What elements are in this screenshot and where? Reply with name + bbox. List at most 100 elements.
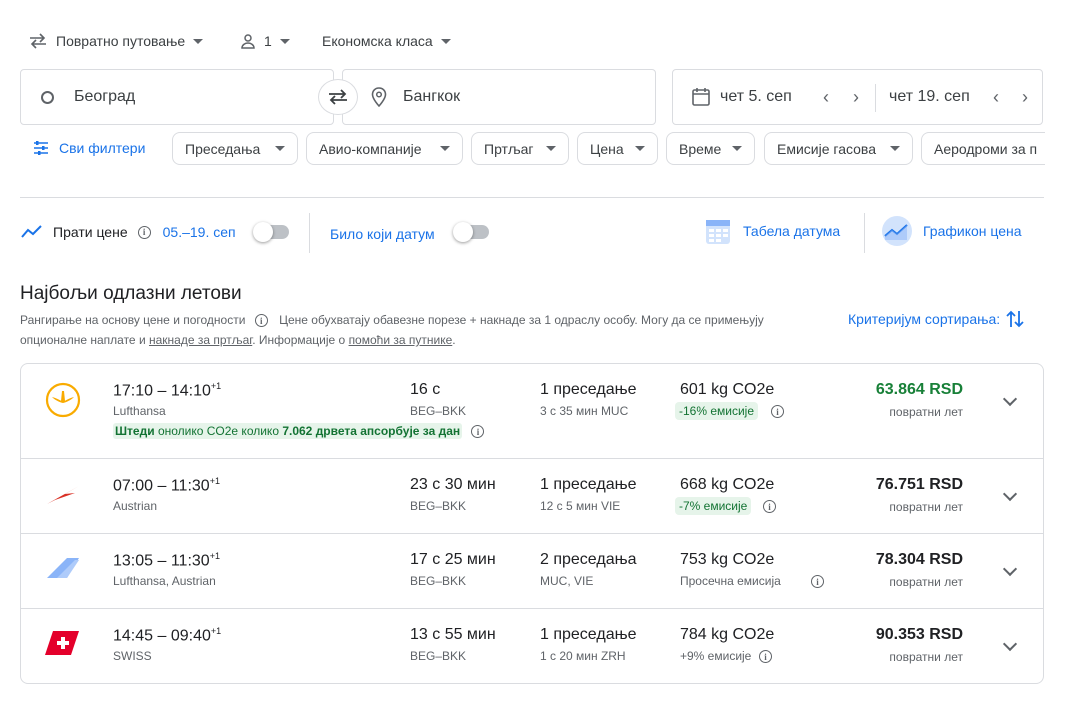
route: BEG–BKK [410, 574, 467, 588]
depart-prev-icon[interactable]: ‹ [823, 87, 829, 108]
price-graph-button[interactable]: Графикон цена [881, 216, 1022, 246]
filter-chip-airlines[interactable]: Авио-компаније [306, 132, 463, 165]
price-note-text: опционалне наплате и [20, 333, 149, 347]
chevron-down-icon [279, 38, 290, 44]
origin-value: Београд [74, 88, 136, 105]
toggle-knob [453, 222, 473, 242]
flight-times: 13:05 – 11:30+1 [113, 551, 220, 570]
info-icon[interactable]: i [254, 314, 268, 328]
filter-chip-bags[interactable]: Пртљаг [471, 132, 569, 165]
flight-times: 14:45 – 09:40+1 [113, 626, 221, 645]
expand-chevron-icon[interactable] [1002, 486, 1018, 502]
eco-highlight: Штеди онолико CO2e колико 7.062 дрвета а… [113, 423, 463, 439]
price: 78.304 RSD [875, 551, 963, 568]
divider [20, 197, 1044, 198]
flight-row[interactable]: 07:00 – 11:30+1 Austrian 23 с 30 мин BEG… [21, 459, 1043, 534]
info-icon[interactable]: i [137, 225, 151, 239]
results-notes: Рангирање на основу цене и погодности i … [20, 310, 820, 350]
info-icon[interactable]: i [471, 425, 485, 439]
price-note-line1: Цене обухватају обавезне порезе + накнад… [279, 313, 764, 327]
info-icon[interactable]: i [763, 500, 776, 513]
emissions: 668 kg CO2e [680, 476, 775, 493]
price-label: повратни лет [889, 500, 963, 514]
price-label: повратни лет [889, 650, 963, 664]
eco-note: Штеди онолико CO2e колико 7.062 дрвета а… [113, 423, 485, 439]
depart-date[interactable]: чет 5. сеп [720, 88, 792, 106]
filter-chip-emissions[interactable]: Емисије гасова [764, 132, 913, 165]
ranking-note: Рангирање на основу цене и погодности [20, 313, 246, 327]
passengers-select[interactable]: 1 [240, 33, 290, 49]
calendar-icon [692, 88, 710, 106]
stop-detail: MUC, VIE [540, 574, 594, 588]
emissions-badge: -16% емисије [675, 402, 759, 420]
all-filters-button[interactable]: Сви филтери [33, 140, 145, 156]
austrian-logo-icon [47, 486, 79, 504]
chip-label: Авио-компаније [319, 140, 422, 157]
any-date-toggle[interactable] [453, 222, 489, 242]
trip-type-select[interactable]: Повратно путовање [28, 33, 204, 49]
chevron-down-icon [635, 146, 645, 151]
stops: 1 преседање [540, 381, 637, 398]
price-note-text: . Информације о [252, 333, 349, 347]
chevron-down-icon [440, 38, 451, 44]
date-grid-label: Табела датума [743, 223, 841, 239]
filter-chip-times[interactable]: Време [666, 132, 755, 165]
info-icon[interactable]: i [759, 650, 772, 663]
price-label: повратни лет [889, 405, 963, 419]
sort-button[interactable]: Критеријум сортирања: [848, 309, 1024, 329]
chip-label: Пртљаг [484, 140, 534, 157]
airline-name: Lufthansa [113, 404, 166, 418]
expand-chevron-icon[interactable] [1002, 561, 1018, 577]
flight-row[interactable]: 17:10 – 14:10+1 Lufthansa Штеди онолико … [21, 364, 1043, 459]
return-date[interactable]: чет 19. сеп [889, 88, 970, 106]
track-prices-toggle[interactable] [253, 222, 289, 242]
expand-chevron-icon[interactable] [1002, 636, 1018, 652]
depart-next-icon[interactable]: › [853, 87, 859, 108]
chevron-down-icon [732, 146, 742, 151]
duration: 23 с 30 мин [410, 476, 496, 493]
person-icon [241, 34, 255, 49]
destination-field[interactable]: Бангкок [342, 69, 656, 125]
passenger-assistance-link[interactable]: помоћи за путнике [349, 333, 453, 347]
return-prev-icon[interactable]: ‹ [993, 87, 999, 108]
day-offset: +1 [209, 476, 220, 486]
swap-arrows-icon [30, 33, 46, 49]
stops: 1 преседање [540, 626, 637, 643]
flights-list: 17:10 – 14:10+1 Lufthansa Штеди онолико … [20, 363, 1044, 684]
filter-chip-stops[interactable]: Преседања [172, 132, 298, 165]
track-prices-label: Прати цене [53, 224, 128, 240]
chip-label: Преседања [185, 140, 261, 157]
times-text: 14:45 – 09:40 [113, 627, 211, 645]
stops: 2 преседања [540, 551, 637, 568]
filter-chip-airports[interactable]: Аеродроми за п [921, 132, 1045, 165]
day-offset: +1 [210, 626, 222, 636]
duration: 13 с 55 мин [410, 626, 496, 643]
stop-detail: 12 с 5 мин VIE [540, 499, 621, 513]
flight-row[interactable]: 13:05 – 11:30+1 Lufthansa, Austrian 17 с… [21, 534, 1043, 609]
info-icon[interactable]: i [771, 405, 784, 418]
origin-circle-icon [41, 90, 54, 104]
cabin-class-select[interactable]: Економска класа [322, 33, 451, 49]
info-icon[interactable]: i [811, 575, 824, 588]
passengers-count: 1 [264, 33, 272, 49]
multi-airline-logo-icon [47, 558, 79, 578]
baggage-fees-link[interactable]: накнаде за пртљаг [149, 333, 252, 347]
stop-detail: 3 с 35 мин MUC [540, 404, 629, 418]
origin-field[interactable]: Београд [20, 69, 334, 125]
filter-chip-price[interactable]: Цена [577, 132, 658, 165]
track-date-range: 05.–19. сеп [162, 224, 236, 240]
track-prices: Прати цене i 05.–19. сеп [21, 224, 236, 240]
airline-name: Austrian [113, 499, 158, 513]
swap-locations-button[interactable] [318, 79, 358, 115]
return-next-icon[interactable]: › [1022, 87, 1028, 108]
date-grid-icon [706, 220, 730, 244]
sort-label: Критеријум сортирања: [848, 311, 1001, 327]
route: BEG–BKK [410, 649, 467, 663]
date-grid-button[interactable]: Табела датума [705, 217, 840, 245]
chip-label: Емисије гасова [777, 140, 876, 157]
divider [309, 213, 310, 253]
dates-field[interactable]: чет 5. сеп ‹ › чет 19. сеп ‹ › [672, 69, 1043, 125]
flight-row[interactable]: 14:45 – 09:40+1 SWISS 13 с 55 мин BEG–BK… [21, 609, 1043, 683]
sort-arrows-icon [1006, 310, 1024, 328]
expand-chevron-icon[interactable] [1002, 391, 1018, 407]
